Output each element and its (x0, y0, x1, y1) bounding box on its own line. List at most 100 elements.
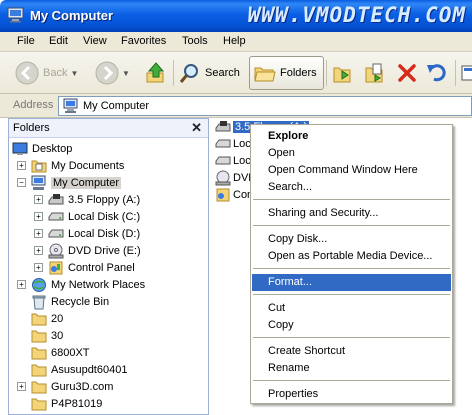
tree-item-my-network-places[interactable]: + My Network Places (17, 276, 145, 293)
tree-item-recycle-bin[interactable]: Recycle Bin (31, 293, 109, 310)
close-icon[interactable]: ✕ (191, 120, 202, 136)
up-folder-button[interactable] (145, 56, 167, 90)
folders-pane-title: Folders (13, 122, 50, 134)
menu-item-rename[interactable]: Rename (252, 360, 451, 377)
menu-item-create-shortcut[interactable]: Create Shortcut (252, 343, 451, 360)
toolbar-separator (173, 60, 174, 86)
tree-item-my-documents[interactable]: + My Documents (17, 157, 124, 174)
menu-item-open-command-window[interactable]: Open Command Window Here (252, 162, 451, 179)
views-button[interactable] (461, 56, 472, 90)
menu-separator (253, 225, 450, 226)
dvd-drive-icon (215, 170, 231, 186)
tree-item-label: Desktop (32, 142, 73, 155)
address-label: Address (13, 99, 54, 111)
expand-icon[interactable]: + (34, 195, 43, 204)
tree-item-folder-6800xt[interactable]: 6800XT (31, 344, 90, 361)
tree-item-folder-30[interactable]: 30 (31, 327, 63, 344)
expand-icon[interactable]: + (17, 382, 26, 391)
expand-icon[interactable]: + (17, 161, 26, 170)
tree-item-control-panel[interactable]: + Control Panel (34, 259, 135, 276)
move-to-icon (333, 67, 351, 83)
tree-item-folder-guru3d[interactable]: + Guru3D.com (17, 378, 113, 395)
folders-pane: Folders ✕ Desktop + My Documents − My Co… (8, 118, 209, 415)
folders-pane-header: Folders ✕ (9, 119, 208, 138)
tree-item-label: 30 (51, 329, 64, 342)
menu-separator (253, 294, 450, 295)
hard-disk-icon (215, 139, 231, 148)
expand-icon[interactable]: + (34, 246, 43, 255)
recycle-bin-icon (32, 295, 46, 309)
network-places-icon (32, 277, 46, 292)
title-bar[interactable]: My Computer WWW.VMODTECH.COM (0, 0, 472, 32)
delete-x-icon (398, 64, 416, 82)
folders-label: Folders (280, 67, 317, 79)
dvd-drive-icon (48, 243, 64, 258)
tree-item-label: My Network Places (51, 278, 146, 291)
undo-icon (427, 64, 446, 82)
menu-item-format[interactable]: Format... (252, 274, 451, 291)
address-bar: Address My Computer (0, 94, 472, 118)
delete-button[interactable] (396, 56, 418, 90)
watermark-text: WWW.VMODTECH.COM (247, 3, 466, 27)
collapse-icon[interactable]: − (17, 178, 26, 187)
menu-view[interactable]: View (83, 35, 107, 47)
hard-disk-icon (48, 229, 64, 237)
undo-button[interactable] (426, 56, 450, 90)
menu-item-copy-disk[interactable]: Copy Disk... (252, 231, 451, 248)
my-computer-icon (63, 98, 78, 113)
expand-icon[interactable]: + (34, 212, 43, 221)
menu-bar: File Edit View Favorites Tools Help (0, 32, 472, 52)
tree-item-desktop[interactable]: Desktop (12, 140, 72, 157)
tree-item-label: My Documents (51, 159, 125, 172)
menu-favorites[interactable]: Favorites (121, 35, 166, 47)
tree-item-floppy[interactable]: + 3.5 Floppy (A:) (34, 191, 140, 208)
address-value: My Computer (83, 100, 150, 112)
menu-tools[interactable]: Tools (182, 35, 208, 47)
floppy-drive-icon (215, 121, 231, 132)
hard-disk-icon (48, 212, 64, 220)
my-computer-icon (7, 7, 24, 23)
forward-button[interactable]: ▼ (95, 56, 130, 90)
tree-item-local-disk-d[interactable]: + Local Disk (D:) (34, 225, 140, 242)
address-field[interactable]: My Computer (58, 96, 472, 116)
menu-item-explore[interactable]: Explore (252, 128, 451, 145)
tree-item-my-computer[interactable]: − My Computer (17, 174, 122, 191)
folder-icon (31, 398, 47, 410)
menu-file[interactable]: File (17, 35, 35, 47)
tree-item-dvd-drive[interactable]: + DVD Drive (E:) (34, 242, 141, 259)
tree-item-local-disk-c[interactable]: + Local Disk (C:) (34, 208, 140, 225)
expand-icon[interactable]: + (17, 280, 26, 289)
folder-icon (31, 364, 47, 376)
copy-to-button[interactable] (363, 56, 387, 90)
tree-item-label: Asusupdt60401 (51, 363, 128, 376)
tree-item-folder-20[interactable]: 20 (31, 310, 63, 327)
menu-item-open[interactable]: Open (252, 145, 451, 162)
menu-item-properties[interactable]: Properties (252, 386, 451, 403)
tree-item-label: Guru3D.com (51, 380, 114, 393)
menu-item-sharing-security[interactable]: Sharing and Security... (252, 205, 451, 222)
menu-help[interactable]: Help (223, 35, 246, 47)
menu-separator (253, 380, 450, 381)
back-button[interactable]: Back ▼ (15, 56, 78, 90)
menu-item-copy[interactable]: Copy (252, 317, 451, 334)
tree-item-label: Recycle Bin (51, 295, 110, 308)
tree-item-label: P4P81019 (51, 397, 103, 410)
folders-button[interactable]: Folders (249, 56, 324, 90)
menu-item-portable-media-device[interactable]: Open as Portable Media Device... (252, 248, 451, 265)
toolbar-separator (326, 60, 327, 86)
menu-edit[interactable]: Edit (49, 35, 68, 47)
menu-item-cut[interactable]: Cut (252, 300, 451, 317)
search-icon (179, 64, 198, 83)
tree-item-folder-asusupdt60401[interactable]: Asusupdt60401 (31, 361, 127, 378)
tree-item-label: Control Panel (68, 261, 135, 274)
move-to-button[interactable] (333, 56, 355, 90)
menu-separator (253, 199, 450, 200)
search-button[interactable]: Search (179, 56, 240, 90)
expand-icon[interactable]: + (34, 229, 43, 238)
tree-item-folder-p4p81019[interactable]: P4P81019 (31, 395, 102, 412)
control-panel-icon (49, 261, 63, 274)
folder-icon (31, 313, 47, 325)
menu-item-search[interactable]: Search... (252, 179, 451, 196)
expand-icon[interactable]: + (34, 263, 43, 272)
folder-icon (31, 381, 47, 393)
